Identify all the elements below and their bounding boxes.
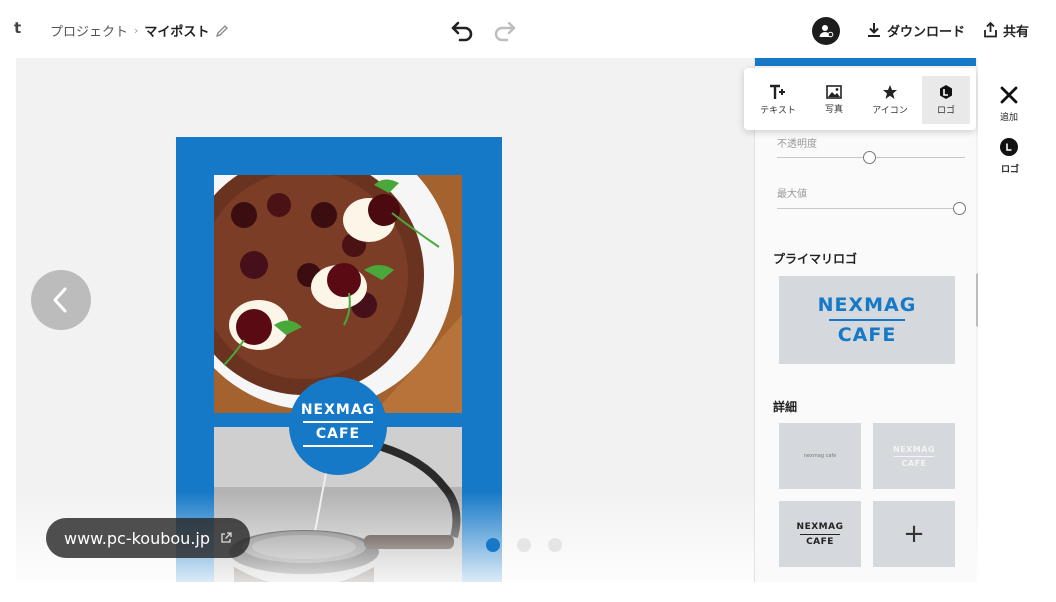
- source-url-text: www.pc-koubou.jp: [64, 528, 210, 548]
- add-label: 追加: [1000, 113, 1019, 123]
- page-dot-3[interactable]: [548, 538, 562, 552]
- page-dot-2[interactable]: [517, 538, 531, 552]
- chevron-left-icon: [53, 287, 67, 313]
- star-icon: [883, 85, 897, 99]
- add-photo-label: 写真: [824, 105, 843, 115]
- logo-tool-icon[interactable]: [1000, 138, 1018, 156]
- breadcrumb-current: マイポスト: [144, 25, 210, 40]
- add-icon-label: アイコン: [872, 106, 908, 116]
- size-slider-knob[interactable]: [952, 202, 966, 215]
- breadcrumb-parent[interactable]: プロジェクト: [50, 21, 128, 40]
- badge-logo-line1: NEXMAG: [300, 402, 376, 418]
- share-icon: [984, 22, 997, 38]
- add-photo-button[interactable]: 写真: [810, 76, 858, 124]
- add-logo-label: ロゴ: [936, 106, 955, 116]
- page-dot-1[interactable]: [486, 538, 500, 552]
- download-icon: [868, 23, 880, 37]
- account-avatar-button[interactable]: [812, 17, 840, 45]
- primary-logo-title: プライマリロゴ: [773, 252, 858, 266]
- download-button[interactable]: ダウンロード: [867, 19, 965, 41]
- badge-logo-rule-bottom: [303, 445, 373, 447]
- breadcrumb: プロジェクト › マイポスト: [50, 21, 229, 40]
- right-tool-rail: 追加 ロゴ: [978, 58, 1056, 582]
- poster-logo-badge[interactable]: NEXMAG CAFE: [289, 377, 387, 475]
- size-slider[interactable]: [777, 208, 965, 209]
- add-logo-tile-button[interactable]: +: [873, 501, 955, 567]
- size-label: 最大値: [777, 189, 807, 200]
- breadcrumb-separator: ›: [134, 24, 139, 37]
- detail-tile3-line2: CAFE: [806, 536, 834, 547]
- logo-tool-label: ロゴ: [1001, 165, 1020, 175]
- primary-logo-line2: CAFE: [837, 324, 897, 346]
- detail-tile3-line1: NEXMAG: [796, 521, 844, 532]
- add-element-popup: テキスト 写真 アイコン ロゴ: [744, 68, 976, 130]
- detail-tile3-rule: [800, 533, 840, 535]
- user-icon: [819, 25, 834, 38]
- download-label: ダウンロード: [887, 24, 966, 40]
- undo-icon[interactable]: [449, 17, 477, 43]
- source-url-pill[interactable]: www.pc-koubou.jp: [46, 518, 250, 558]
- plus-icon: +: [903, 519, 925, 549]
- breadcrumb-edge: t: [14, 19, 22, 37]
- badge-logo-line2: CAFE: [315, 426, 361, 442]
- page-indicator: [486, 538, 562, 552]
- primary-logo-tile[interactable]: NEXMAG CAFE: [779, 276, 955, 364]
- add-text-button[interactable]: テキスト: [754, 76, 802, 124]
- primary-logo-rule: [829, 319, 905, 321]
- detail-tile1-text: nexmag cafe: [803, 453, 837, 459]
- top-bar: t プロジェクト › マイポスト ダウンロード 共有: [0, 0, 1056, 58]
- badge-logo-rule: [303, 421, 373, 423]
- detail-tile2-rule: [894, 455, 934, 457]
- add-icon-button[interactable]: アイコン: [866, 76, 914, 124]
- logo-icon: [940, 85, 952, 99]
- detail-logo-tile-2[interactable]: NEXMAG CAFE: [873, 423, 955, 489]
- detail-tile2-line1: NEXMAG: [892, 444, 936, 454]
- photo-icon: [826, 85, 842, 99]
- close-icon[interactable]: [998, 84, 1020, 106]
- add-logo-button[interactable]: ロゴ: [922, 76, 970, 124]
- opacity-slider-knob[interactable]: [862, 151, 876, 164]
- detail-tile2-line2: CAFE: [901, 458, 927, 468]
- detail-logo-tile-1[interactable]: nexmag cafe: [779, 423, 861, 489]
- add-text-label: テキスト: [760, 106, 796, 116]
- logo-settings-panel: 不透明度 最大値 プライマリロゴ NEXMAG CAFE 詳細 nexmag c…: [754, 58, 976, 582]
- previous-design-button[interactable]: [31, 270, 91, 330]
- share-label: 共有: [1003, 24, 1030, 40]
- panel-accent-bar: [755, 58, 976, 66]
- details-title: 詳細: [773, 400, 798, 414]
- redo-icon[interactable]: [490, 17, 518, 43]
- text-add-icon: [770, 84, 785, 99]
- share-button[interactable]: 共有: [983, 19, 1029, 41]
- pencil-icon[interactable]: [215, 24, 229, 38]
- external-link-icon: [221, 532, 232, 543]
- opacity-label: 不透明度: [777, 139, 817, 150]
- detail-logo-tile-3[interactable]: NEXMAG CAFE: [779, 501, 861, 567]
- primary-logo-line1: NEXMAG: [817, 294, 917, 316]
